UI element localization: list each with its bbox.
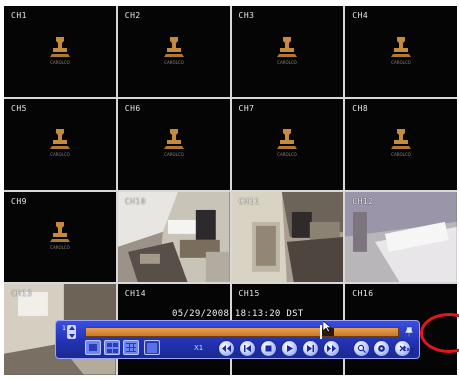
channel-tile[interactable]: CH6 CAROLCO — [117, 98, 230, 190]
step-forward-icon[interactable] — [303, 341, 318, 356]
svg-text:CAROLCO: CAROLCO — [278, 60, 298, 65]
no-signal-logo-icon: CAROLCO — [43, 32, 77, 66]
no-signal-logo-icon: CAROLCO — [157, 124, 191, 158]
channel-label: CH12 — [352, 196, 374, 206]
mouse-cursor-icon — [322, 318, 332, 337]
channel-label: CH14 — [124, 289, 147, 299]
svg-text:CAROLCO: CAROLCO — [164, 152, 184, 157]
stop-icon[interactable] — [261, 341, 276, 356]
channel-label: CH1 — [11, 11, 27, 20]
pin-icon[interactable] — [403, 323, 415, 338]
svg-text:CAROLCO: CAROLCO — [278, 152, 298, 157]
exit-label: Exit — [403, 347, 414, 353]
channel-label: CH13 — [11, 289, 33, 299]
no-signal-logo-icon: CAROLCO — [270, 124, 304, 158]
channel-label: CH10 — [124, 196, 147, 206]
timeline-bar[interactable] — [85, 325, 399, 339]
channel-tile[interactable]: CH9 CAROLCO — [4, 191, 116, 283]
channel-tile[interactable]: CH3 CAROLCO — [231, 6, 344, 97]
channel-label: CH5 — [11, 103, 27, 113]
no-signal-logo-icon: CAROLCO — [384, 32, 418, 66]
channel-tile[interactable]: CH8 CAROLCO — [345, 98, 457, 190]
no-signal-logo-icon: CAROLCO — [43, 124, 77, 158]
channel-label: CH16 — [352, 289, 374, 299]
playback-speed: X1 — [194, 344, 204, 352]
channel-label: CH8 — [352, 103, 369, 113]
step-back-icon[interactable] — [240, 341, 255, 356]
channel-label: CH7 — [238, 103, 255, 113]
channel-tile[interactable]: CH5 CAROLCO — [4, 98, 116, 190]
channel-tile[interactable]: CH7 CAROLCO — [231, 98, 344, 190]
no-signal-logo-icon: CAROLCO — [384, 124, 418, 158]
channel-label: CH15 — [238, 289, 260, 299]
play-icon[interactable] — [282, 341, 297, 356]
fast-forward-icon[interactable] — [324, 341, 339, 356]
channel-label: CH2 — [124, 11, 141, 20]
channel-tile[interactable]: CH1 CAROLCO — [4, 6, 116, 97]
nine-view-icon[interactable] — [123, 340, 139, 355]
channel-tile[interactable]: CH12 — [345, 191, 457, 283]
fast-rewind-icon[interactable] — [219, 341, 234, 356]
settings-icon[interactable] — [374, 341, 389, 356]
channel-label: CH11 — [238, 196, 260, 206]
playback-toolbar: 1 X1 Exit — [55, 320, 420, 359]
svg-text:CAROLCO: CAROLCO — [391, 152, 411, 157]
sixteen-view-icon[interactable] — [144, 340, 160, 355]
no-signal-logo-icon: CAROLCO — [270, 32, 304, 66]
channel-label: CH9 — [11, 196, 27, 206]
search-icon[interactable] — [354, 341, 369, 356]
no-signal-logo-icon: CAROLCO — [157, 32, 191, 66]
channel-tile[interactable]: CH10 — [117, 191, 230, 283]
channel-tile[interactable]: CH4 CAROLCO — [345, 6, 457, 97]
channel-tile[interactable]: CH2 CAROLCO — [117, 6, 230, 97]
channel-label: CH3 — [238, 11, 255, 20]
date-time-display: 05/29/2008 18:13:20 DST — [172, 309, 304, 319]
channel-label: CH4 — [352, 11, 369, 20]
quad-view-icon[interactable] — [104, 340, 120, 355]
svg-text:CAROLCO: CAROLCO — [50, 60, 70, 65]
no-signal-logo-icon: CAROLCO — [43, 217, 77, 251]
channel-stepper-icon[interactable] — [67, 325, 76, 339]
svg-text:CAROLCO: CAROLCO — [391, 60, 411, 65]
single-view-icon[interactable] — [85, 340, 101, 355]
channel-tile[interactable]: CH11 — [231, 191, 344, 283]
timeline-cursor[interactable] — [320, 325, 322, 339]
svg-text:CAROLCO: CAROLCO — [50, 152, 70, 157]
channel-label: CH6 — [124, 103, 141, 113]
svg-text:CAROLCO: CAROLCO — [164, 60, 184, 65]
svg-text:CAROLCO: CAROLCO — [50, 245, 70, 250]
